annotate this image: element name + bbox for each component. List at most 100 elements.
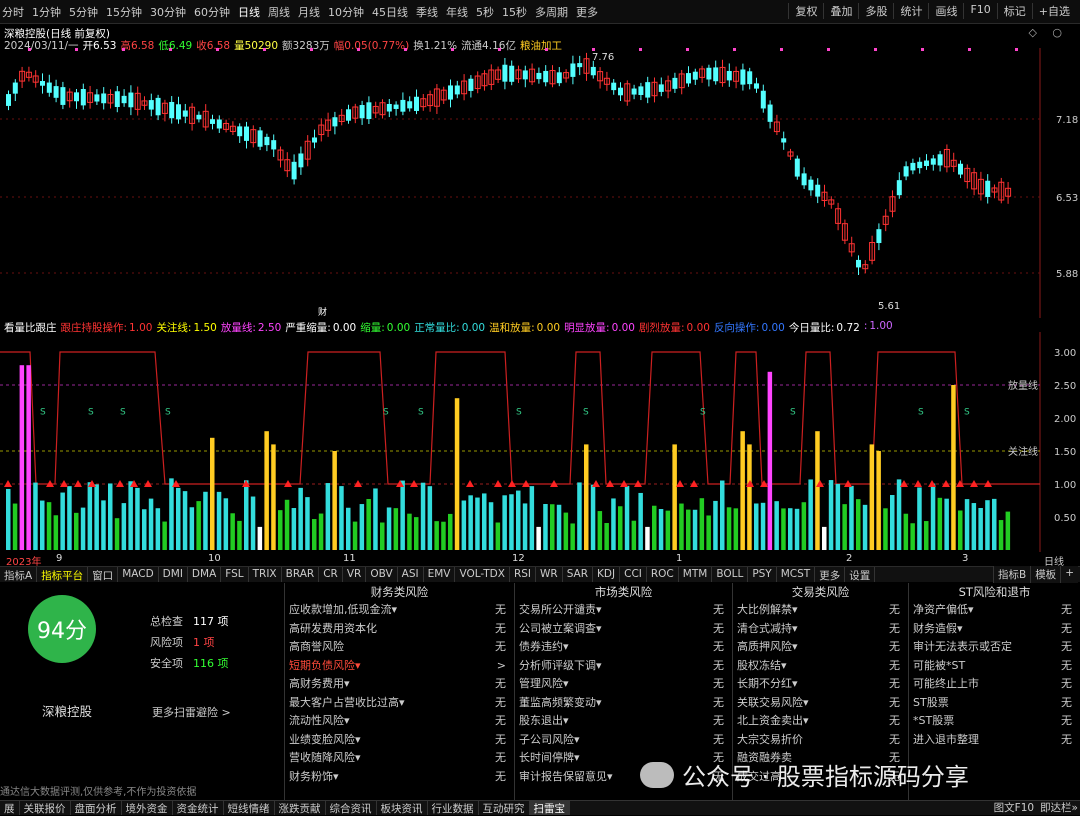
period-tab[interactable]: 周线 <box>268 4 290 20</box>
risk-row[interactable]: 债券违约▾ 无 <box>515 638 732 657</box>
bottom-tab[interactable]: 境外资金 <box>122 801 173 815</box>
period-tab[interactable]: 月线 <box>298 4 320 20</box>
indicator-tab[interactable]: 指标平台 <box>37 567 89 582</box>
period-tab[interactable]: 多周期 <box>535 4 568 20</box>
toolbar-button[interactable]: +自选 <box>1031 3 1076 19</box>
indicator-tab[interactable]: DMA <box>188 567 222 582</box>
risk-row[interactable]: 关联交易风险▾ 无 <box>733 694 908 713</box>
indicator-tab[interactable]: VR <box>343 567 367 582</box>
indicator-tab[interactable]: RSI <box>510 567 536 582</box>
bottom-tab[interactable]: 短线情绪 <box>224 801 275 815</box>
indicator-tab[interactable]: SAR <box>563 567 594 582</box>
candlestick-chart[interactable]: 7.18 6.53 5.88 7.76 5.61 财 <box>0 48 1080 318</box>
risk-row[interactable]: 长期不分红▾ 无 <box>733 675 908 694</box>
bottom-tab[interactable]: 资金统计 <box>173 801 224 815</box>
risk-row[interactable]: 流动性风险▾ 无 <box>285 712 514 731</box>
indicator-tab[interactable]: FSL <box>221 567 249 582</box>
indicator-tab-right[interactable]: 模板 <box>1030 566 1061 583</box>
risk-row[interactable]: 交易所公开谴责▾ 无 <box>515 601 732 620</box>
indicator-tab[interactable]: KDJ <box>593 567 621 582</box>
risk-row[interactable]: 清仓式减持▾ 无 <box>733 620 908 639</box>
indicator-tab[interactable]: 窗口 <box>88 567 119 582</box>
indicator-tab-right[interactable]: + <box>1060 566 1078 583</box>
volume-ratio-chart[interactable]: 3.00 2.50 2.00 1.50 1.00 0.50 放量线关注线 S S S S S S S S S S… <box>0 332 1080 552</box>
bottom-tab[interactable]: 涨跌贡献 <box>275 801 326 815</box>
indicator-tab[interactable]: DMI <box>159 567 188 582</box>
indicator-tab[interactable]: EMV <box>424 567 456 582</box>
toolbar-button[interactable]: 叠加 <box>823 3 858 19</box>
risk-row[interactable]: 子公司风险▾ 无 <box>515 731 732 750</box>
risk-row[interactable]: 管理风险▾ 无 <box>515 675 732 694</box>
toolbar-button[interactable]: F10 <box>963 3 996 19</box>
risk-row[interactable]: 公司被立案调查▾ 无 <box>515 620 732 639</box>
period-tab[interactable]: 45日线 <box>372 4 408 20</box>
bottom-tab[interactable]: 盘面分析 <box>71 801 122 815</box>
indicator-tab[interactable]: WR <box>536 567 563 582</box>
indicator-tab[interactable]: VOL-TDX <box>455 567 510 582</box>
toolbar-button[interactable]: 统计 <box>893 3 928 19</box>
period-tab[interactable]: 1分钟 <box>32 4 61 20</box>
risk-row[interactable]: 大宗交易折价 无 <box>733 731 908 750</box>
bottom-tab[interactable]: 关联报价 <box>20 801 71 815</box>
risk-row[interactable]: 应收款增加,低现金流▾ 无 <box>285 601 514 620</box>
risk-row[interactable]: 高财务费用▾ 无 <box>285 675 514 694</box>
indicator-tab[interactable]: MCST <box>777 567 816 582</box>
indicator-tab[interactable]: PSY <box>748 567 777 582</box>
bottom-tab[interactable]: 行业数据 <box>428 801 479 815</box>
risk-row[interactable]: 高研发费用资本化 无 <box>285 620 514 639</box>
period-tab[interactable]: 日线 <box>238 4 260 20</box>
bottom-right-button[interactable]: 图文F10 <box>994 800 1034 815</box>
period-tab[interactable]: 10分钟 <box>328 4 364 20</box>
risk-row[interactable]: 高质押风险▾ 无 <box>733 638 908 657</box>
period-tab[interactable]: 60分钟 <box>194 4 230 20</box>
risk-row[interactable]: 最大客户占营收比过高▾ 无 <box>285 694 514 713</box>
risk-row[interactable]: 董监高频繁变动▾ 无 <box>515 694 732 713</box>
period-tab[interactable]: 更多 <box>576 4 598 20</box>
more-scan-link[interactable]: 更多扫雷避险 > <box>152 704 231 720</box>
indicator-tab[interactable]: ASI <box>398 567 424 582</box>
period-tab[interactable]: 季线 <box>416 4 438 20</box>
risk-row[interactable]: 可能被*ST 无 <box>909 657 1080 676</box>
indicator-tab[interactable]: MTM <box>679 567 713 582</box>
indicator-tab[interactable]: 更多 <box>815 567 846 582</box>
bottom-right-button[interactable]: 即达栏» <box>1040 800 1078 815</box>
bottom-tab[interactable]: 展 <box>0 801 20 815</box>
indicator-tab[interactable]: BRAR <box>282 567 320 582</box>
period-tab[interactable]: 5秒 <box>476 4 494 20</box>
risk-row[interactable]: 审计无法表示或否定 无 <box>909 638 1080 657</box>
indicator-tab-right[interactable]: 指标B <box>992 566 1031 583</box>
toolbar-button[interactable]: 复权 <box>788 3 823 19</box>
risk-row[interactable]: 营收随降风险▾ 无 <box>285 749 514 768</box>
indicator-tab[interactable]: ROC <box>647 567 679 582</box>
indicator-tab[interactable]: CCI <box>620 567 647 582</box>
toolbar-button[interactable]: 多股 <box>858 3 893 19</box>
indicator-tab[interactable]: TRIX <box>249 567 282 582</box>
risk-row[interactable]: 财务粉饰▾ 无 <box>285 768 514 787</box>
risk-row[interactable]: 大比例解禁▾ 无 <box>733 601 908 620</box>
period-tab[interactable]: 30分钟 <box>150 4 186 20</box>
period-tab[interactable]: 15分钟 <box>106 4 142 20</box>
risk-row[interactable]: 可能终止上市 无 <box>909 675 1080 694</box>
risk-row[interactable]: 高商誉风险 无 <box>285 638 514 657</box>
period-tab[interactable]: 年线 <box>446 4 468 20</box>
bottom-tab[interactable]: 板块资讯 <box>377 801 428 815</box>
risk-row[interactable]: 进入退市整理 无 <box>909 731 1080 750</box>
risk-row[interactable]: 短期负债风险▾ > <box>285 657 514 676</box>
toolbar-button[interactable]: 画线 <box>928 3 963 19</box>
risk-row[interactable]: 净资产偏低▾ 无 <box>909 601 1080 620</box>
indicator-tab[interactable]: BOLL <box>712 567 749 582</box>
bottom-tab[interactable]: 扫雷宝 <box>529 801 570 815</box>
window-controls[interactable]: ◇ ○ <box>1028 26 1068 39</box>
risk-row[interactable]: 股东退出▾ 无 <box>515 712 732 731</box>
indicator-tab[interactable]: 指标A <box>0 567 38 582</box>
risk-row[interactable]: 股权冻结▾ 无 <box>733 657 908 676</box>
indicator-tab[interactable]: 设置 <box>845 567 876 582</box>
toolbar-button[interactable]: 标记 <box>996 3 1032 19</box>
bottom-tab[interactable]: 互动研究 <box>479 801 530 815</box>
period-tab[interactable]: 分时 <box>2 4 24 20</box>
indicator-tab[interactable]: MACD <box>118 567 159 582</box>
risk-row[interactable]: 北上资金卖出▾ 无 <box>733 712 908 731</box>
risk-row[interactable]: ST股票 无 <box>909 694 1080 713</box>
risk-row[interactable]: *ST股票 无 <box>909 712 1080 731</box>
risk-row[interactable]: 分析师评级下调▾ 无 <box>515 657 732 676</box>
